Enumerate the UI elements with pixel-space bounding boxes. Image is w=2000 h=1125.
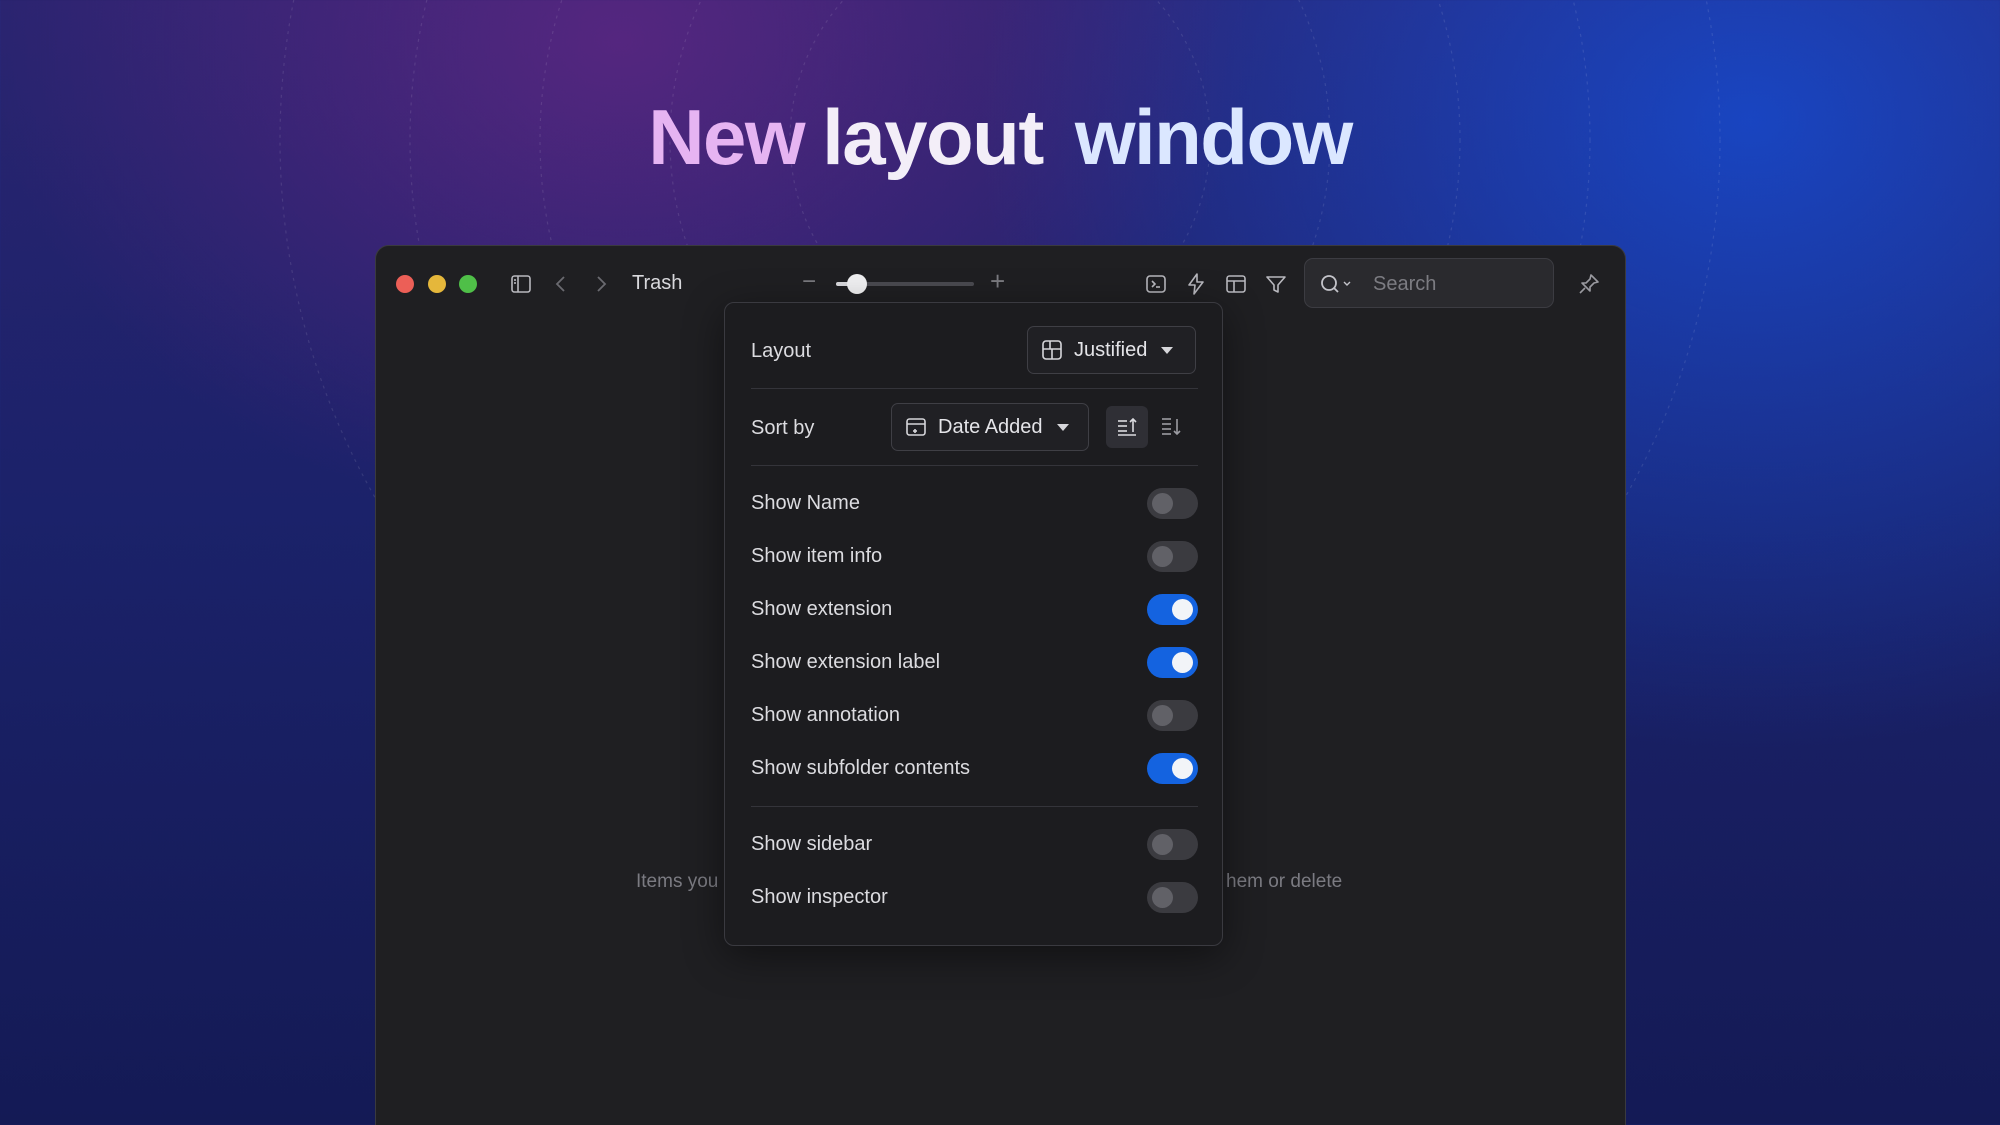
option-show-name: Show Name <box>725 484 1224 524</box>
layout-label: Layout <box>751 340 812 362</box>
option-show-sidebar: Show sidebar <box>725 825 1224 865</box>
toggle-knob <box>1152 493 1173 514</box>
sort-dropdown[interactable]: Date Added <box>891 403 1089 451</box>
terminal-icon[interactable] <box>1142 270 1170 298</box>
slider-thumb[interactable] <box>846 274 867 294</box>
window-title: Trash <box>632 272 683 294</box>
zoom-out-button[interactable]: − <box>802 268 816 296</box>
pin-icon[interactable] <box>1575 270 1603 298</box>
layout-dropdown-value: Justified <box>1074 338 1148 361</box>
show-sidebar-toggle[interactable] <box>1147 829 1198 860</box>
back-chevron-icon[interactable] <box>547 270 575 298</box>
show-extension-label-toggle[interactable] <box>1147 647 1198 678</box>
option-show-subfolder-contents: Show subfolder contents <box>725 749 1224 789</box>
sort-descending-icon <box>1162 418 1181 436</box>
toggle-knob <box>1172 652 1193 673</box>
empty-state-text-right: hem or delete <box>1226 871 1343 892</box>
show-subfolder-contents-toggle[interactable] <box>1147 753 1198 784</box>
show-extension-toggle[interactable] <box>1147 594 1198 625</box>
option-label: Show subfolder contents <box>751 757 971 779</box>
headline-word-layout: layout <box>822 93 1044 181</box>
show-inspector-toggle[interactable] <box>1147 882 1198 913</box>
option-show-extension: Show extension <box>725 590 1224 630</box>
headline: New layout window <box>0 92 2000 183</box>
show-annotation-toggle[interactable] <box>1147 700 1198 731</box>
calendar-add-icon <box>904 415 928 439</box>
search-field[interactable] <box>1304 258 1554 308</box>
sort-ascending-icon <box>1118 417 1137 436</box>
layout-dropdown[interactable]: Justified <box>1027 326 1196 374</box>
option-show-extension-label: Show extension label <box>725 643 1224 683</box>
divider <box>751 388 1198 389</box>
option-label: Show annotation <box>751 704 901 726</box>
sort-descending-button[interactable] <box>1150 406 1192 448</box>
zoom-window-button[interactable] <box>459 275 477 293</box>
toggle-knob <box>1152 705 1173 726</box>
option-label: Show item info <box>751 545 883 567</box>
option-label: Show extension <box>751 598 893 620</box>
option-show-inspector: Show inspector <box>725 878 1224 918</box>
toggle-knob <box>1152 887 1173 908</box>
chevron-down-icon <box>1161 346 1174 354</box>
show-item-info-toggle[interactable] <box>1147 541 1198 572</box>
layout-grid-icon <box>1040 338 1064 362</box>
headline-word-window: window <box>1074 93 1353 181</box>
toggle-knob <box>1152 834 1173 855</box>
search-icon <box>1319 272 1353 301</box>
chevron-down-icon <box>1056 423 1069 431</box>
minimize-window-button[interactable] <box>428 275 446 293</box>
option-label: Show inspector <box>751 886 888 908</box>
search-input[interactable] <box>1373 271 1543 297</box>
option-label: Show sidebar <box>751 833 873 855</box>
empty-state-text-left: Items you <box>636 871 719 892</box>
forward-chevron-icon[interactable] <box>587 270 615 298</box>
toggle-knob <box>1172 599 1193 620</box>
option-label: Show Name <box>751 492 860 514</box>
divider <box>751 465 1198 466</box>
sort-ascending-button[interactable] <box>1106 406 1148 448</box>
option-show-item-info: Show item info <box>725 537 1224 577</box>
divider <box>751 806 1198 807</box>
option-label: Show extension label <box>751 651 941 673</box>
option-show-annotation: Show annotation <box>725 696 1224 736</box>
toggle-knob <box>1152 546 1173 567</box>
layout-popover: Layout Justified Sort by Date Added Show… <box>724 302 1223 946</box>
sort-by-label: Sort by <box>751 417 815 439</box>
zoom-in-button[interactable]: + <box>990 266 1005 297</box>
toggle-knob <box>1172 758 1193 779</box>
headline-word-new: New <box>648 93 805 181</box>
layout-panel-icon[interactable] <box>1222 270 1250 298</box>
lightning-icon[interactable] <box>1182 270 1210 298</box>
close-window-button[interactable] <box>396 275 414 293</box>
show-name-toggle[interactable] <box>1147 488 1198 519</box>
sort-dropdown-value: Date Added <box>938 415 1043 438</box>
sidebar-toggle-icon[interactable] <box>507 270 535 298</box>
filter-icon[interactable] <box>1262 270 1290 298</box>
